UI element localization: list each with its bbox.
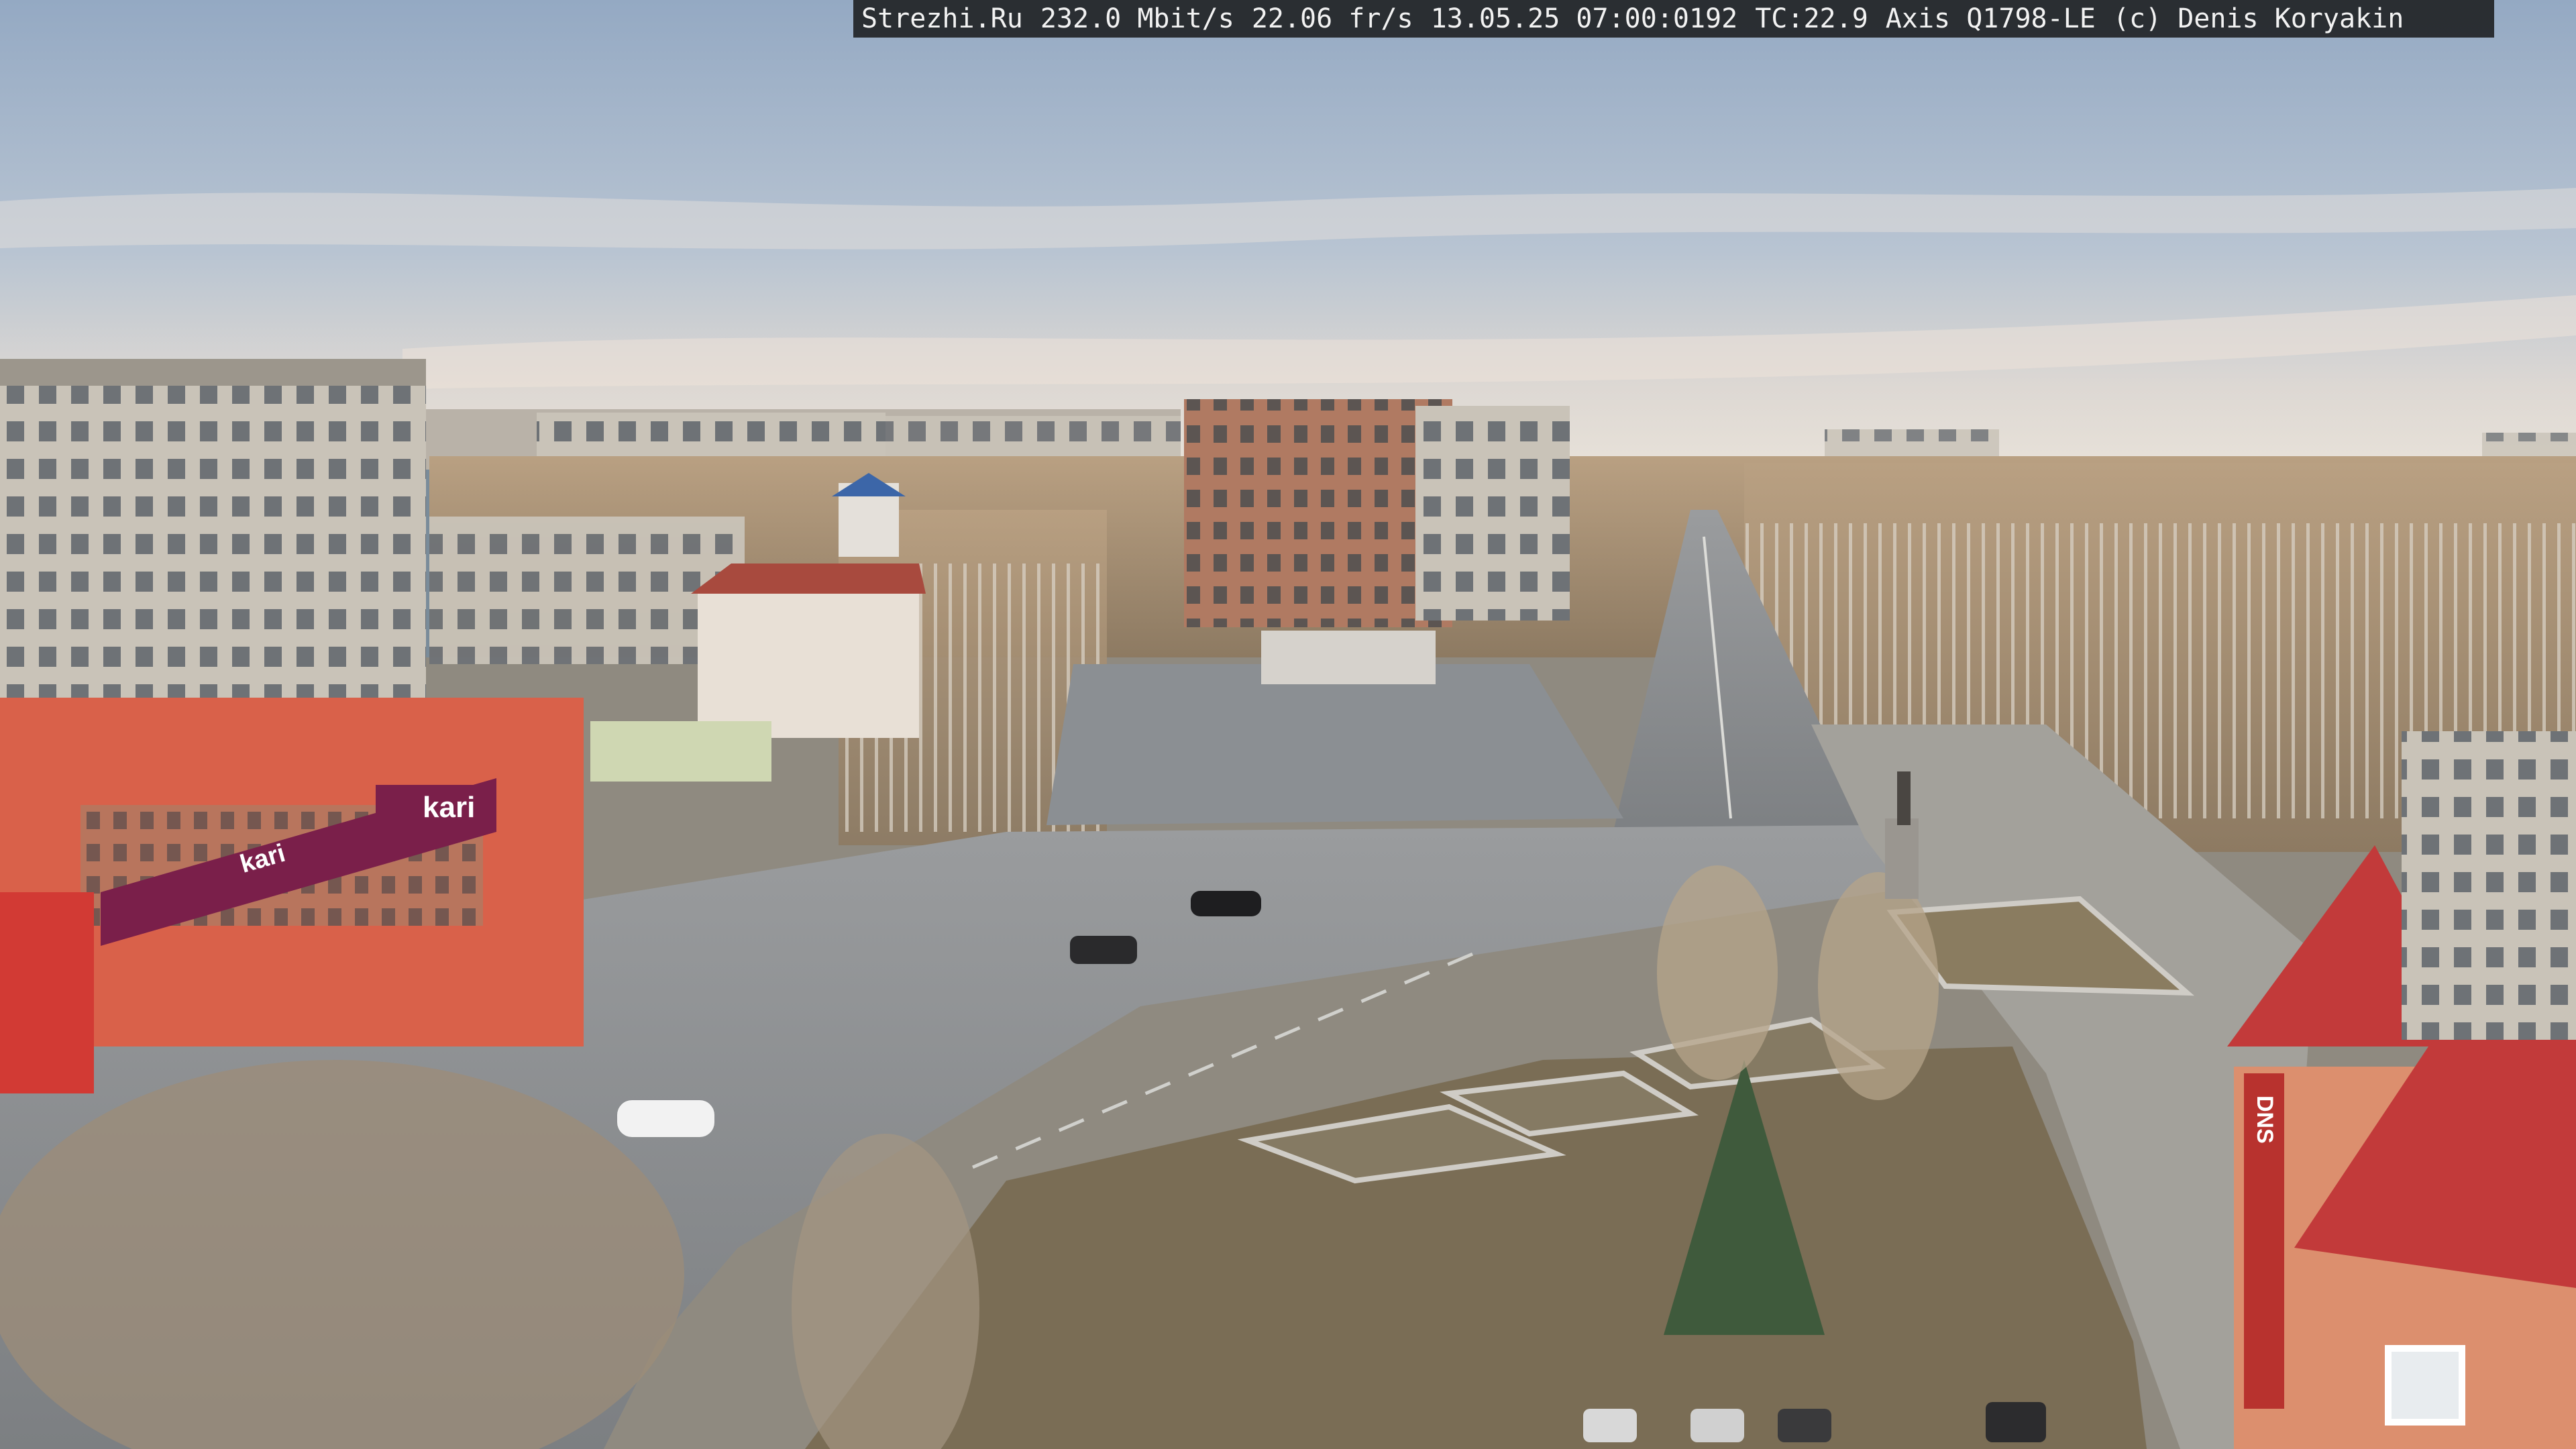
overlay-camera-model: Axis Q1798-LE — [1885, 3, 2096, 34]
red-roof — [691, 564, 926, 594]
monument-pedestal — [1885, 818, 1919, 899]
green-kiosk — [590, 721, 771, 782]
central-highrise — [1184, 399, 1452, 627]
white-office-right — [2402, 731, 2576, 1040]
overlay-fps: 22.06 fr/s — [1251, 3, 1413, 34]
parked-car-3 — [1778, 1409, 1831, 1442]
median-birch-1 — [1657, 865, 1778, 1080]
median-birch-2 — [1818, 872, 1939, 1100]
red-shop-block — [0, 892, 94, 1093]
apartment-block-left-roof — [0, 359, 426, 386]
dns-sign: DNS — [2252, 1095, 2277, 1144]
parked-car-4 — [1986, 1402, 2046, 1442]
dns-building-window — [2385, 1345, 2465, 1426]
overlay-site: Strezhi.Ru — [861, 3, 1023, 34]
webcam-scene: kari kari DNS — [0, 0, 2576, 1449]
parked-car-1 — [1583, 1409, 1637, 1442]
central-highrise-side — [1415, 406, 1570, 621]
car-black — [1191, 891, 1261, 916]
overlay-bitrate: 232.0 Mbit/s — [1040, 3, 1234, 34]
overlay-copyright: (c) Denis Koryakin — [2112, 3, 2404, 34]
camera-status-overlay: Strezhi.Ru 232.0 Mbit/s 22.06 fr/s 13.05.25… — [853, 0, 2494, 38]
car-white — [617, 1100, 714, 1137]
red-roof-building — [698, 590, 919, 738]
car-dark-suv — [1070, 936, 1137, 964]
plaza — [1046, 664, 1623, 825]
overlay-datetime: 13.05.25 07:00:0192 — [1430, 3, 1738, 34]
overlay-temperature: TC:22.9 — [1755, 3, 1868, 34]
monument-statue — [1897, 771, 1911, 825]
parked-car-2 — [1690, 1409, 1744, 1442]
pavilion — [1261, 631, 1436, 684]
kari-roof-sign: kari — [423, 791, 475, 824]
